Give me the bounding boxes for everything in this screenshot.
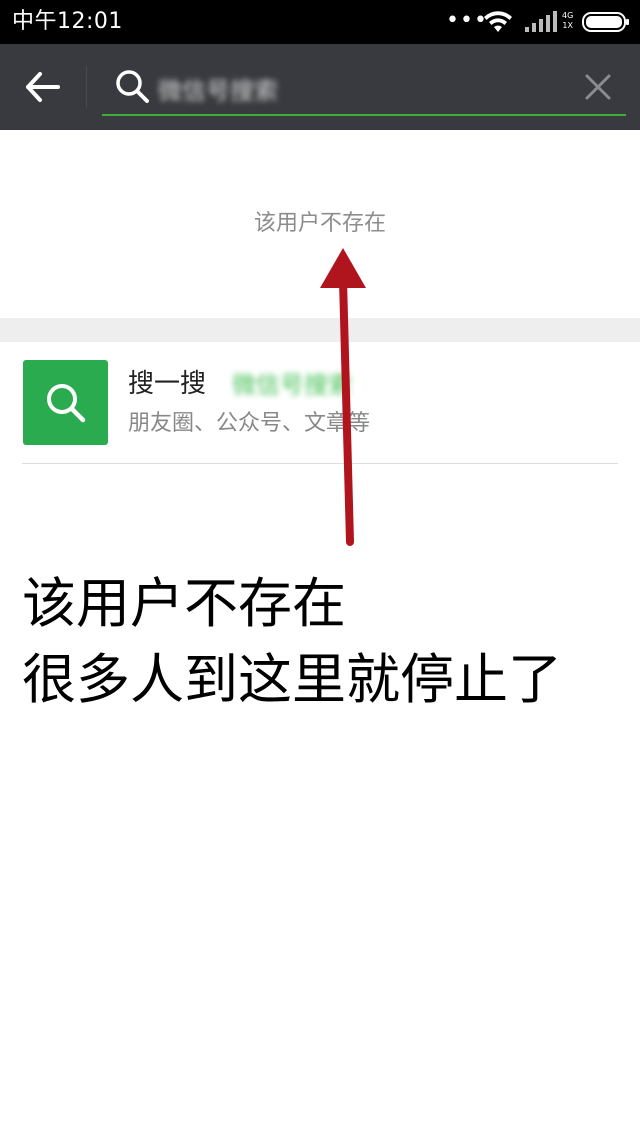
battery-icon bbox=[582, 12, 629, 32]
search-underline bbox=[102, 114, 626, 116]
arrow-left-icon bbox=[26, 72, 60, 102]
network-type-top: 4G bbox=[562, 11, 574, 20]
caption-line-1: 该用户不存在 bbox=[22, 572, 346, 635]
search-one-search-badge bbox=[23, 360, 108, 445]
status-time: 中午12:01 bbox=[12, 9, 123, 34]
caption-line-2: 很多人到这里就停止了 bbox=[22, 648, 562, 711]
status-bar: 中午12:01 ••• 4G 1X bbox=[0, 0, 640, 44]
search-toolbar bbox=[0, 44, 640, 130]
search-field[interactable] bbox=[102, 60, 626, 116]
search-icon bbox=[47, 384, 86, 423]
clear-search-button[interactable] bbox=[578, 70, 618, 106]
annotation-arrow bbox=[320, 248, 366, 546]
network-type-bottom: 1X bbox=[562, 21, 573, 30]
search-input[interactable] bbox=[158, 68, 558, 108]
search-icon bbox=[116, 70, 149, 103]
back-button[interactable] bbox=[20, 66, 66, 108]
signal-icon bbox=[525, 11, 557, 32]
network-type: 4G 1X bbox=[562, 11, 573, 31]
annotation-caption: 该用户不存在 很多人到这里就停止了 bbox=[22, 566, 640, 718]
wifi-icon bbox=[484, 11, 512, 32]
toolbar-divider bbox=[86, 66, 87, 108]
search-item-title: 搜一搜 bbox=[128, 369, 207, 399]
close-icon bbox=[585, 74, 611, 100]
